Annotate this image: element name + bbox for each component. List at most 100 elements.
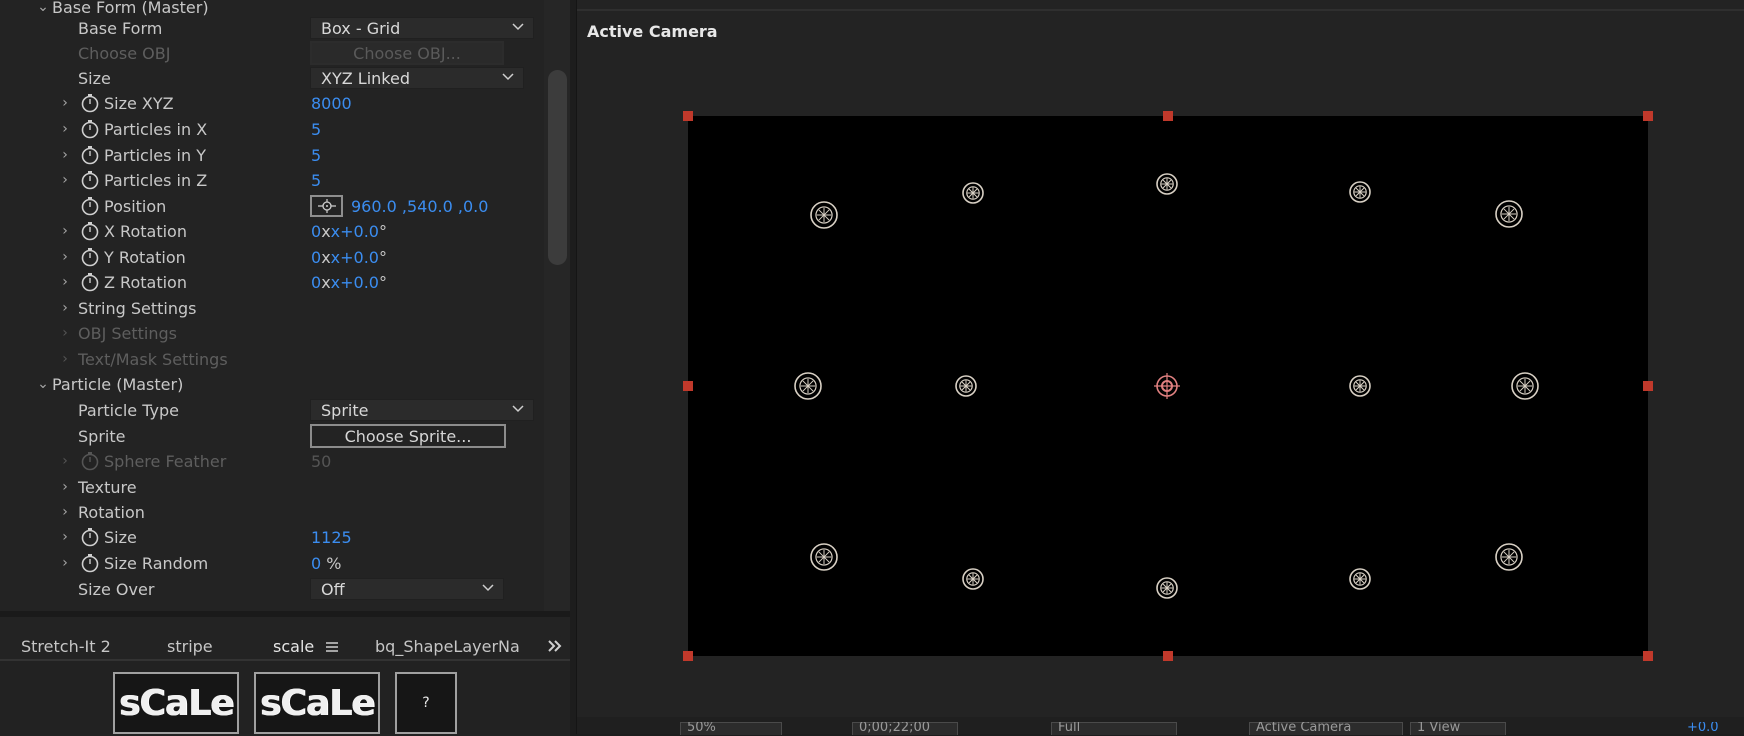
transform-handle[interactable]	[683, 651, 693, 661]
group-texture[interactable]: › Texture	[0, 475, 544, 499]
prop-particle-size: › Size 1125	[0, 525, 544, 549]
group-text-mask-settings[interactable]: › Text/Mask Settings	[0, 347, 544, 371]
particle-sprite-icon	[1349, 375, 1371, 397]
stopwatch-icon[interactable]	[80, 119, 100, 139]
prop-position: Position 960.0 ,540.0 ,0.0	[0, 194, 544, 218]
tab-bq-shapelayer[interactable]: bq_ShapeLayerNa	[375, 637, 520, 656]
base-form-dropdown[interactable]: Box - Grid	[310, 17, 534, 39]
prop-particles-x: › Particles in X 5	[0, 117, 544, 141]
particle-sprite-icon	[955, 375, 977, 397]
prop-particle-type: Particle Type Sprite	[0, 398, 544, 422]
chevron-right-icon[interactable]: ›	[58, 170, 72, 190]
prop-size-random: › Size Random 0 %	[0, 551, 544, 575]
stopwatch-icon[interactable]	[80, 553, 100, 573]
chevron-right-icon[interactable]: ›	[58, 221, 72, 241]
chevron-down-icon	[512, 405, 524, 413]
scale-button-1[interactable]: sCaLe	[113, 672, 239, 734]
chevron-right-icon[interactable]: ›	[58, 349, 72, 369]
chevron-right-icon[interactable]: ›	[58, 298, 72, 318]
choose-sprite-button[interactable]: Choose Sprite...	[310, 424, 506, 448]
tab-stretch-it[interactable]: Stretch-It 2	[21, 637, 111, 656]
chevron-right-icon[interactable]: ›	[58, 247, 72, 267]
anchor-point-icon[interactable]	[1154, 373, 1180, 399]
stopwatch-icon[interactable]	[80, 247, 100, 267]
prop-sprite: Sprite Choose Sprite...	[0, 424, 544, 448]
chevron-right-icon[interactable]: ›	[58, 477, 72, 497]
position-value[interactable]: 960.0 ,540.0 ,0.0	[351, 197, 488, 216]
scale-button-2[interactable]: sCaLe	[254, 672, 380, 734]
transform-handle[interactable]	[1643, 381, 1653, 391]
particles-z-value[interactable]: 5	[311, 171, 321, 190]
stopwatch-icon[interactable]	[80, 272, 100, 292]
prop-size-xyz: › Size XYZ 8000	[0, 91, 544, 115]
particle-size-value[interactable]: 1125	[311, 528, 352, 547]
stopwatch-icon[interactable]	[80, 196, 100, 216]
prop-size-mode: Size XYZ Linked	[0, 66, 544, 90]
transform-handle[interactable]	[683, 111, 693, 121]
exposure-value[interactable]: +0.0	[1687, 722, 1719, 734]
size-over-dropdown[interactable]: Off	[310, 578, 504, 600]
tab-stripe[interactable]: stripe	[167, 637, 213, 656]
transform-handle[interactable]	[1643, 651, 1653, 661]
transform-handle[interactable]	[1643, 111, 1653, 121]
help-button[interactable]: ?	[395, 672, 457, 734]
prop-y-rotation: › Y Rotation 0xx+0.0°	[0, 245, 544, 269]
particle-sprite-icon	[1349, 568, 1371, 590]
prop-size-over: Size Over Off	[0, 577, 544, 601]
chevron-down-icon	[512, 23, 524, 31]
stopwatch-icon[interactable]	[80, 170, 100, 190]
particles-y-value[interactable]: 5	[311, 146, 321, 165]
stopwatch-icon	[81, 452, 99, 471]
double-chevron-right-icon[interactable]	[547, 639, 563, 653]
x-rotation-value[interactable]: 0xx+0.0°	[311, 222, 387, 241]
particle-sprite-icon	[1156, 577, 1178, 599]
prop-x-rotation: › X Rotation 0xx+0.0°	[0, 219, 544, 243]
transform-handle[interactable]	[1163, 651, 1173, 661]
chevron-right-icon[interactable]: ›	[58, 145, 72, 165]
chevron-right-icon[interactable]: ›	[58, 272, 72, 292]
position-target-button[interactable]	[310, 195, 343, 217]
prop-sphere-feather: › Sphere Feather 50	[0, 449, 544, 473]
stopwatch-icon[interactable]	[80, 93, 100, 113]
choose-obj-button[interactable]: Choose OBJ...	[310, 41, 504, 65]
group-string-settings[interactable]: › String Settings	[0, 296, 544, 320]
y-rotation-value[interactable]: 0xx+0.0°	[311, 248, 387, 267]
particle-sprite-icon	[1495, 543, 1523, 571]
prop-particles-z: › Particles in Z 5	[0, 168, 544, 192]
size-mode-dropdown[interactable]: XYZ Linked	[310, 67, 524, 89]
prop-choose-obj: Choose OBJ Choose OBJ...	[0, 41, 544, 65]
chevron-right-icon[interactable]: ›	[58, 502, 72, 522]
group-particle[interactable]: ⌄ Particle (Master)	[0, 372, 544, 396]
chevron-right-icon[interactable]: ›	[58, 119, 72, 139]
chevron-down-icon[interactable]: ⌄	[36, 0, 50, 17]
group-obj-settings[interactable]: › OBJ Settings	[0, 321, 544, 345]
chevron-right-icon[interactable]: ›	[58, 451, 72, 471]
stopwatch-icon[interactable]	[80, 221, 100, 241]
viewer-overlay	[683, 111, 1653, 661]
chevron-right-icon[interactable]: ›	[58, 553, 72, 573]
size-xyz-value[interactable]: 8000	[311, 94, 352, 113]
particle-sprite-icon	[1156, 173, 1178, 195]
chevron-down-icon	[502, 73, 514, 81]
scrollbar-thumb[interactable]	[548, 70, 567, 265]
particles-x-value[interactable]: 5	[311, 120, 321, 139]
script-panel-tabs: Stretch-It 2 stripe scale bq_ShapeLayerN…	[0, 611, 570, 666]
size-random-value[interactable]: 0 %	[311, 554, 341, 573]
hamburger-menu-icon[interactable]	[325, 641, 339, 653]
transform-handle[interactable]	[1163, 111, 1173, 121]
sphere-feather-value: 50	[311, 451, 332, 471]
stopwatch-icon[interactable]	[80, 145, 100, 165]
particle-type-dropdown[interactable]: Sprite	[310, 399, 534, 421]
z-rotation-value[interactable]: 0xx+0.0°	[311, 273, 387, 292]
group-rotation[interactable]: › Rotation	[0, 500, 544, 524]
particle-sprite-icon	[810, 543, 838, 571]
tab-scale[interactable]: scale	[273, 637, 314, 656]
chevron-down-icon[interactable]: ⌄	[36, 374, 50, 394]
composition-viewer: Active Camera 50% 0;00;22;00 Full Active…	[576, 0, 1744, 735]
scale-script-panel: sCaLe sCaLe ?	[0, 659, 570, 736]
chevron-right-icon[interactable]: ›	[58, 93, 72, 113]
transform-handle[interactable]	[683, 381, 693, 391]
chevron-right-icon[interactable]: ›	[58, 323, 72, 343]
stopwatch-icon[interactable]	[80, 527, 100, 547]
chevron-right-icon[interactable]: ›	[58, 527, 72, 547]
